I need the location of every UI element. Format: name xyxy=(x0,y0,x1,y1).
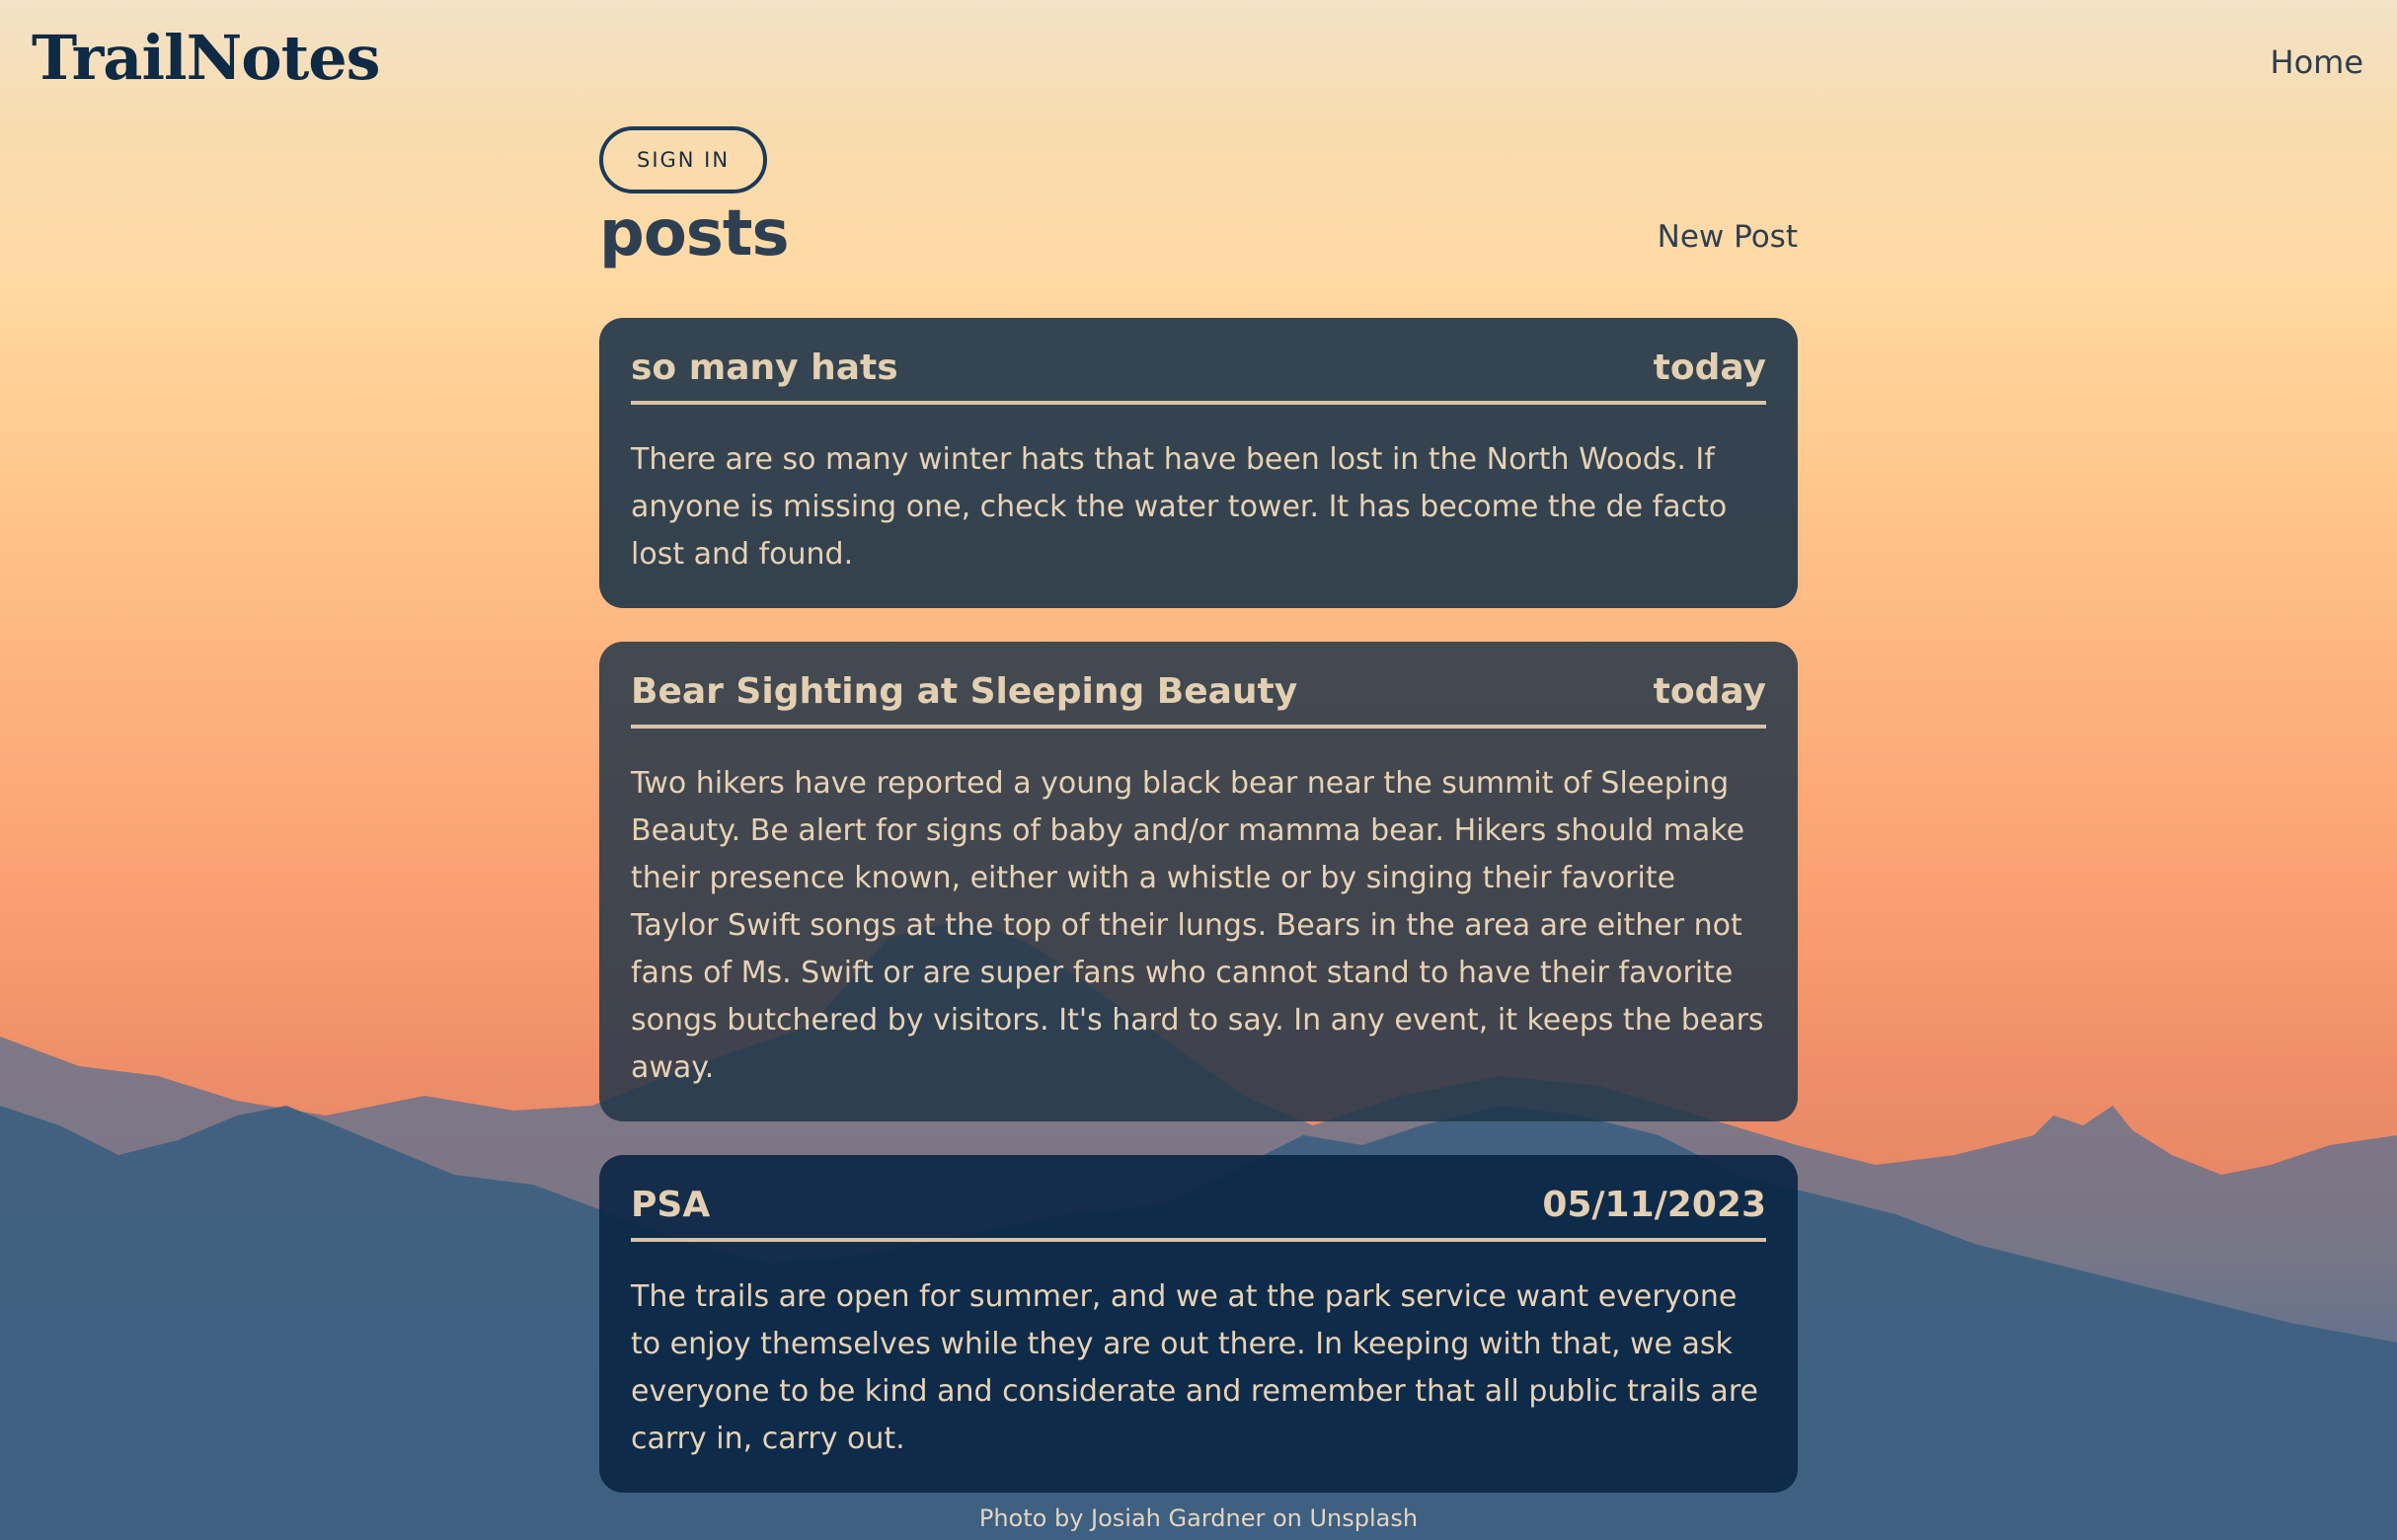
post-header: so many hats today xyxy=(631,342,1766,405)
post-title: so many hats xyxy=(631,347,898,388)
post-date: today xyxy=(1653,671,1766,712)
post-body: There are so many winter hats that have … xyxy=(631,442,1728,572)
posts-header: posts New Post xyxy=(599,197,1798,286)
post-body: Two hikers have reported a young black b… xyxy=(631,766,1764,1085)
post-header: Bear Sighting at Sleeping Beauty today xyxy=(631,665,1766,729)
sign-in-button[interactable]: SIGN IN xyxy=(599,126,768,193)
new-post-link[interactable]: New Post xyxy=(1658,219,1798,255)
photo-credit: Photo by Josiah Gardner on Unsplash xyxy=(978,1504,1419,1532)
post-date: today xyxy=(1653,347,1766,388)
post-header: PSA 05/11/2023 xyxy=(631,1179,1766,1242)
nav-home-link[interactable]: Home xyxy=(2271,43,2364,81)
post-body: The trails are open for summer, and we a… xyxy=(631,1279,1758,1456)
post-card: PSA 05/11/2023 The trails are open for s… xyxy=(599,1155,1798,1493)
post-title: Bear Sighting at Sleeping Beauty xyxy=(631,671,1298,712)
main-content: SIGN IN posts New Post so many hats toda… xyxy=(599,126,1798,1493)
post-title: PSA xyxy=(631,1185,711,1225)
page-title: posts xyxy=(599,197,790,270)
post-card: so many hats today There are so many win… xyxy=(599,318,1798,608)
post-date: 05/11/2023 xyxy=(1542,1185,1766,1225)
post-card: Bear Sighting at Sleeping Beauty today T… xyxy=(599,642,1798,1121)
brand-logo[interactable]: TrailNotes xyxy=(32,22,381,94)
